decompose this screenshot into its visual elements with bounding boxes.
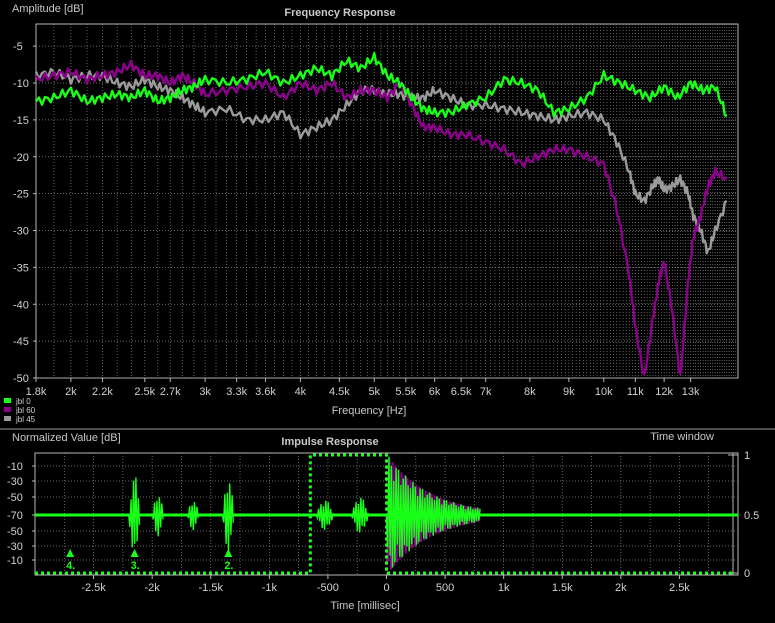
fr-legend-swatch	[4, 407, 11, 412]
fr-x-tick-label: 2k	[65, 386, 77, 398]
fr-x-axis-label: Frequency [Hz]	[332, 405, 407, 417]
fr-x-tick-label: 2.2k	[92, 386, 113, 398]
fr-y-tick-label: -20	[13, 152, 29, 164]
ir-y-tick-label: -50	[7, 492, 23, 504]
fr-x-tick-label: 5.5k	[395, 386, 416, 398]
ir-y2-tick-label: 0	[744, 568, 750, 580]
fr-y-tick-label: -40	[13, 299, 29, 311]
fr-x-tick-label: 12k	[655, 386, 673, 398]
ir-y-tick-label: -50	[7, 526, 23, 538]
ir-y2-tick-label: 1	[744, 450, 750, 462]
ir-y2-tick-label: 0.5	[744, 510, 759, 522]
fr-legend-label: jbl 60	[15, 406, 36, 415]
fr-x-tick-label: 7k	[480, 386, 492, 398]
ir-x-tick-label: -1.5k	[199, 582, 224, 594]
ir-title: Impulse Response	[281, 436, 378, 448]
fr-x-tick-label: 3k	[199, 386, 211, 398]
fr-x-tick-label: 3.6k	[255, 386, 276, 398]
ir-y2-axis-label: Time window	[650, 431, 714, 443]
fr-legend-swatch	[4, 416, 11, 421]
ir-marker-label: 4.	[66, 560, 75, 572]
ir-x-tick-label: -1k	[262, 582, 278, 594]
ir-y-tick-label: -30	[7, 541, 23, 553]
fr-x-tick-label: 6k	[429, 386, 441, 398]
ir-y-tick-label: -70	[7, 510, 23, 522]
ir-marker-label: 3.	[131, 560, 140, 572]
fr-x-tick-label: 10k	[595, 386, 613, 398]
fr-x-tick-label: 8k	[524, 386, 536, 398]
ir-marker-label: 2.	[224, 560, 233, 572]
ir-x-tick-label: 0	[383, 582, 389, 594]
ir-x-axis-label: Time [millisec]	[330, 600, 399, 612]
ir-x-tick-label: 1k	[498, 582, 510, 594]
fr-y-tick-label: -25	[13, 189, 29, 201]
ir-x-tick-label: -2k	[145, 582, 161, 594]
ir-x-tick-label: 500	[436, 582, 454, 594]
fr-y-axis-label: Amplitude [dB]	[12, 3, 84, 15]
fr-x-tick-label: 4.5k	[329, 386, 350, 398]
fr-y-tick-label: -30	[13, 226, 29, 238]
fr-legend-swatch	[4, 398, 11, 403]
fr-legend-label: jbl 45	[15, 415, 36, 424]
fr-x-tick-label: 11k	[627, 386, 644, 398]
fr-y-tick-label: -15	[13, 115, 29, 127]
ir-x-tick-label: -2.5k	[81, 582, 106, 594]
fr-y-tick-label: -10	[13, 78, 29, 90]
ir-x-tick-label: 2.5k	[669, 582, 690, 594]
fr-x-tick-label: 5k	[368, 386, 380, 398]
ir-y-tick-label: -10	[7, 461, 23, 473]
ir-x-tick-label: -500	[317, 582, 339, 594]
fr-y-tick-label: -45	[13, 336, 29, 348]
ir-y-axis-label: Normalized Value [dB]	[12, 432, 121, 444]
fr-y-tick-label: -5	[13, 41, 23, 53]
fr-x-tick-label: 13k	[682, 386, 700, 398]
fr-x-tick-label: 2.7k	[160, 386, 181, 398]
fr-x-tick-label: 9k	[563, 386, 575, 398]
ir-y-tick-label: -30	[7, 476, 23, 488]
fr-y-tick-label: -35	[13, 262, 29, 274]
fr-x-tick-label: 4k	[295, 386, 307, 398]
ir-x-tick-label: 1.5k	[552, 582, 573, 594]
ir-y-tick-label: -10	[7, 555, 23, 567]
fr-y-tick-label: -50	[13, 373, 29, 385]
fr-title: Frequency Response	[284, 7, 395, 19]
fr-legend-label: jbl 0	[15, 397, 31, 406]
fr-x-tick-label: 3.3k	[226, 386, 247, 398]
fr-x-tick-label: 2.5k	[134, 386, 155, 398]
fr-x-tick-label: 6.5k	[451, 386, 472, 398]
chart-stage: Amplitude [dB] Frequency Response -5 -10 -…	[0, 0, 775, 623]
ir-x-tick-label: 2k	[615, 582, 627, 594]
